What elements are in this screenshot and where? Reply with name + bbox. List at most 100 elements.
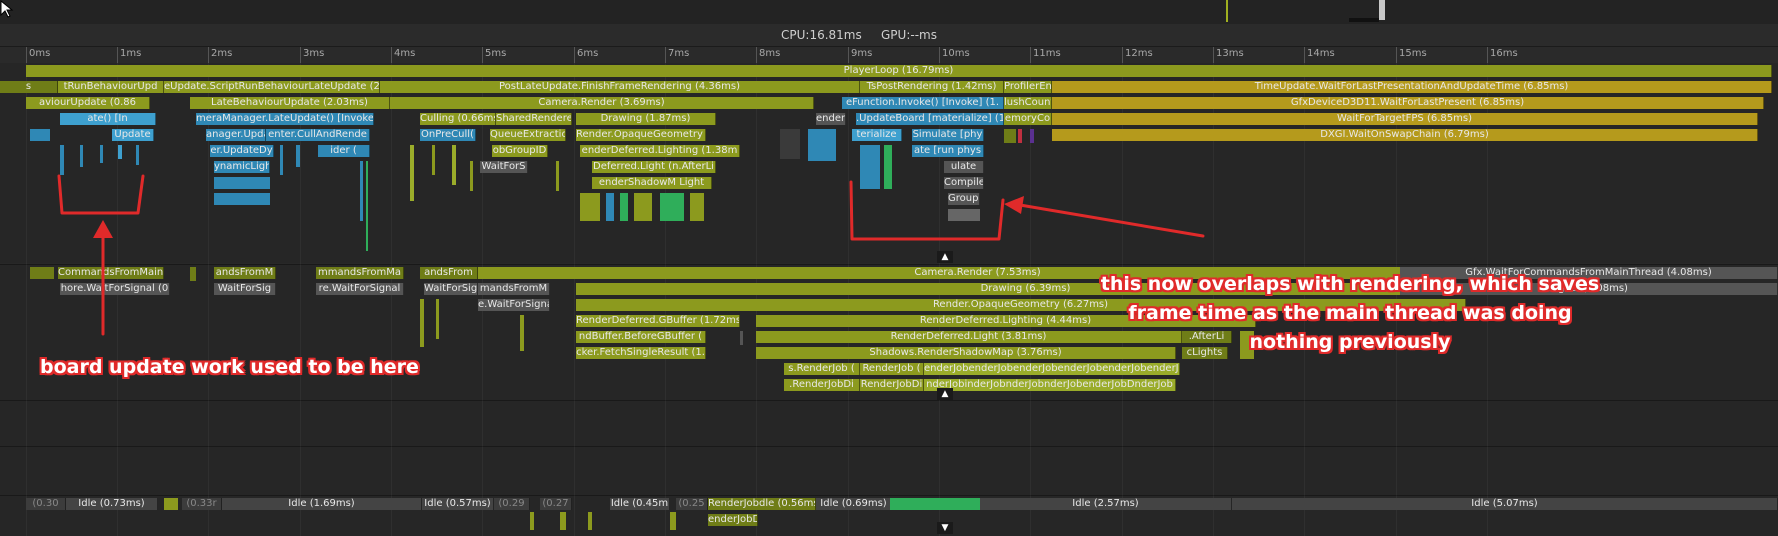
chart-spike (1226, 0, 1228, 22)
collapse-toggle-icon[interactable]: ▲ (937, 388, 953, 400)
main-sample-bar[interactable]: meraManager.LateUpdate() [Invoke (196, 113, 374, 125)
render-sample-bar[interactable]: re.WaitForSignal (316, 283, 404, 295)
render-sample-bar[interactable]: nderJobinderJobnderJobnderJobenderJobDnd… (924, 379, 1176, 391)
main-sample-bar[interactable]: DXGI.WaitOnSwapChain (6.79ms) (1052, 129, 1758, 141)
render-sample-bar[interactable]: andsFrom (420, 267, 478, 279)
worker-sample-bar[interactable]: Idle (2.57ms) (980, 498, 1232, 510)
render-sample-bar[interactable]: .RenderJobDi (784, 379, 860, 391)
ruler-tick: 4ms (391, 47, 415, 63)
main-sample-bar[interactable]: tRunBehaviourUpd (58, 81, 164, 93)
render-sample-bar[interactable]: WaitForSig (214, 283, 276, 295)
render-sample-bar[interactable]: cker.FetchSingleResult (1. (576, 347, 706, 359)
render-sample-bar[interactable]: andsFromM (214, 267, 276, 279)
worker-sample-bar[interactable]: Idle (0.57ms) (422, 498, 494, 510)
main-sample-bar[interactable]: ynamicLigh (214, 161, 270, 173)
main-sample-bar[interactable]: ProfilerEn (1004, 81, 1052, 93)
main-sample-bar[interactable]: ulate (944, 161, 984, 173)
worker-sample-bar[interactable]: Idle (0.73ms) (66, 498, 158, 510)
render-sample-bar[interactable]: ndBuffer.BeforeGBuffer ( (576, 331, 706, 343)
main-sample-bar[interactable]: s (0, 81, 58, 93)
main-sample-bar[interactable]: Deferred.Light (n.AfterLi (592, 161, 716, 173)
main-sample-bar[interactable]: Simulate [phy (912, 129, 984, 141)
cpu-usage-chart-strip[interactable] (0, 0, 1778, 24)
worker-sample-bar[interactable]: (0.27 (540, 498, 572, 510)
render-sample-bar[interactable]: enderJobenderJobenderJobenderJobenderJob… (924, 363, 1180, 375)
main-sample-bar[interactable]: ate() [In (60, 113, 156, 125)
main-sample-bar[interactable]: .UpdateBoard [materialize] (1. (856, 113, 1004, 125)
worker-sample-bar[interactable]: (0.30 (26, 498, 66, 510)
main-sample-bar[interactable]: Culling (0.66ms (420, 113, 496, 125)
render-sample-bar[interactable]: mandsFromM (478, 283, 550, 295)
main-sample-bar[interactable]: PostLateUpdate.FinishFrameRendering (4.3… (380, 81, 860, 93)
worker-sample-bar[interactable]: RenderJobdle (0.56ms) (708, 498, 816, 510)
main-sample-bar[interactable]: Render.OpaqueGeometry (1.74ms) (576, 129, 706, 141)
render-sample-bar[interactable]: RenderDeferred.GBuffer (1.72ms) (576, 315, 740, 327)
render-sample-bar[interactable]: RenderJobDi (860, 379, 924, 391)
profiler-window: CPU:16.81ms GPU:--ms 0ms 1ms 2ms 3ms 4ms… (0, 0, 1778, 536)
main-sample-bar[interactable]: terialize (852, 129, 902, 141)
main-sample-bar[interactable]: TimeUpdate.WaitForLastPresentationAndUpd… (1052, 81, 1772, 93)
render-sample-bar[interactable]: hore.WaitForSignal (0 (60, 283, 170, 295)
render-sample-bar[interactable]: WaitForSig (424, 283, 478, 295)
worker-sample-bar[interactable]: Idle (0.45m (610, 498, 670, 510)
main-sample-bar[interactable]: obGroupID (492, 145, 548, 157)
annotation-left: board update work used to be here (40, 356, 419, 378)
main-sample-bar[interactable]: Compile (944, 177, 984, 189)
main-player-loop-bar[interactable]: PlayerLoop (16.79ms) (26, 65, 1772, 77)
ruler-tick: 2ms (208, 47, 232, 63)
main-sample-bar[interactable]: LateBehaviourUpdate (2.03ms) (190, 97, 390, 109)
main-sample-bar[interactable]: enderShadowM Light (592, 177, 712, 189)
main-sample-bar[interactable]: eFunction.Invoke() [Invoke] (1. (842, 97, 1004, 109)
main-sample-bar[interactable]: WaitForTargetFPS (6.85ms) (1052, 113, 1758, 125)
main-sample-bar[interactable]: er.UpdateDy (210, 145, 274, 157)
render-sample-bar[interactable]: mmandsFromMa (316, 267, 404, 279)
worker-thread-lane-empty-1[interactable] (0, 401, 1778, 446)
main-sample-bar[interactable]: ender (816, 113, 846, 125)
render-sample-bar[interactable]: s.RenderJob ( (784, 363, 860, 375)
main-sample-bar[interactable]: Drawing (1.87ms) (576, 113, 716, 125)
main-sample-bar[interactable]: enter.CullAndRende (266, 129, 370, 141)
chart-selection-handle[interactable] (1379, 0, 1385, 20)
main-sample-bar[interactable]: eUpdate.ScriptRunBehaviourLateUpdate (2 (164, 81, 380, 93)
worker-thread-lane-empty-2[interactable] (0, 447, 1778, 495)
ruler-tick: 15ms (1396, 47, 1427, 63)
collapse-toggle-icon[interactable]: ▼ (937, 522, 953, 534)
main-sample-bar[interactable]: lushCounter (1004, 97, 1052, 109)
ruler-tick: 14ms (1304, 47, 1335, 63)
render-sample-bar[interactable]: CommandsFromMain (58, 267, 164, 279)
main-sample-bar[interactable]: Update (112, 129, 154, 141)
main-sample-bar[interactable]: WaitForS (480, 161, 528, 173)
worker-sample-bar[interactable]: (0.25 (676, 498, 708, 510)
main-sample-bar[interactable]: OnPreCull( (420, 129, 476, 141)
ruler-tick: 1ms (117, 47, 141, 63)
worker-sample-bar[interactable]: (0.33r (182, 498, 222, 510)
worker-sample-bar[interactable]: Idle (1.69ms) (222, 498, 422, 510)
main-sample-bar[interactable]: GroupI (948, 193, 980, 205)
main-sample-bar[interactable]: TsPostRendering (1.42ms) (860, 81, 1004, 93)
ruler-tick: 10ms (939, 47, 970, 63)
timeline-ruler[interactable]: 0ms 1ms 2ms 3ms 4ms 5ms 6ms 7ms 8ms 9ms … (0, 47, 1778, 64)
render-sample-bar[interactable]: e.WaitForSignal (478, 299, 550, 311)
worker-sample-bar[interactable]: Idle (5.07ms) (1232, 498, 1778, 510)
collapse-toggle-icon[interactable]: ▲ (937, 251, 953, 263)
main-sample-bar[interactable]: ate [run phys (912, 145, 984, 157)
ruler-tick: 8ms (756, 47, 780, 63)
main-sample-bar[interactable]: Camera.Render (3.69ms) (390, 97, 814, 109)
main-sample-bar[interactable]: aviourUpdate (0.86 (26, 97, 150, 109)
worker-sample-bar[interactable]: (0.29 (494, 498, 530, 510)
cpu-time-label: CPU:16.81ms (781, 28, 862, 42)
main-sample-bar[interactable]: emoryCo (1004, 113, 1052, 125)
main-sample-bar[interactable]: SharedRendere (496, 113, 572, 125)
main-sample-bar[interactable]: GfxDeviceD3D11.WaitForLastPresent (6.85m… (1052, 97, 1764, 109)
worker-sample-bar[interactable]: enderJobD (708, 514, 758, 526)
render-sample-bar[interactable]: RenderJob ( (860, 363, 924, 375)
main-sample-bar[interactable]: ider ( (318, 145, 370, 157)
main-sample-bar[interactable]: enderDeferred.Lighting (1.38m (580, 145, 740, 157)
main-sample-bar[interactable]: QueueExtractio (490, 129, 566, 141)
ruler-tick: 9ms (848, 47, 872, 63)
ruler-tick: 3ms (300, 47, 324, 63)
annotation-right-line: nothing previously (1249, 331, 1451, 353)
main-sample-bar[interactable]: anager.Update (206, 129, 266, 141)
mouse-cursor-icon (0, 0, 14, 18)
worker-sample-bar[interactable]: Idle (0.69ms) (816, 498, 892, 510)
